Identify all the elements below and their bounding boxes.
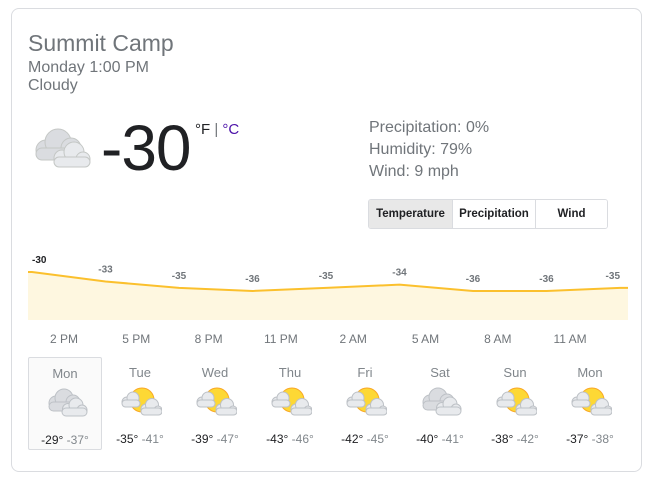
hour-label: 2 PM (49, 332, 79, 346)
low-temp: -37° (63, 433, 89, 447)
temperature-label: -35 (172, 271, 187, 282)
hour-label: 5 PM (122, 332, 151, 346)
high-temp: -40° (416, 432, 439, 446)
temperature-label: -36 (245, 274, 260, 285)
day-thu[interactable]: Thu -43° -46° (253, 357, 327, 450)
unit-f-button[interactable]: °F (195, 121, 210, 138)
day-mon-next[interactable]: Mon -37° -38° (553, 357, 627, 450)
day-wed[interactable]: Wed -39° -47° (178, 357, 252, 450)
day-temps: -42° -45° (328, 432, 402, 446)
hour-label: 8 PM (194, 332, 223, 346)
day-name: Fri (357, 365, 373, 380)
day-temps: -35° -41° (103, 432, 177, 446)
day-fri[interactable]: Fri -42° -45° (328, 357, 402, 450)
day-name: Wed (201, 365, 229, 380)
day-name: Mon (577, 365, 603, 380)
hour-label: 5 AM (411, 332, 440, 346)
partly-cloudy-night-icon (271, 387, 312, 416)
high-temp: -42° (341, 432, 364, 446)
day-name: Sun (503, 365, 527, 380)
unit-c-button[interactable]: °C (222, 121, 239, 138)
temperature-chart: -30 -33 -35 -36 -35 -34 -36 -36 -35 (28, 255, 628, 320)
chart-tabs: Temperature Precipitation Wind (368, 199, 608, 229)
temperature-label: -36 (539, 274, 554, 285)
partly-cloudy-night-icon (571, 387, 612, 416)
datetime-label: Monday 1:00 PM (28, 59, 149, 76)
day-temps: -37° -38° (553, 432, 627, 446)
current-temperature: -30 (101, 112, 191, 184)
low-temp: -42° (513, 432, 539, 446)
tab-wind[interactable]: Wind (535, 200, 607, 228)
day-name: Tue (129, 365, 151, 380)
location-title: Summit Camp (28, 30, 174, 56)
high-temp: -39° (191, 432, 214, 446)
day-temps: -39° -47° (178, 432, 252, 446)
cloud-icon (48, 388, 88, 417)
partly-cloudy-night-icon (121, 387, 162, 416)
hour-label: 2 AM (339, 332, 367, 346)
unit-separator: | (214, 121, 219, 138)
cloud-icon (28, 124, 92, 172)
daily-forecast: Mon -29° -37° Tue -35° -41° Wed -39° -47° Thu -… (28, 357, 628, 450)
day-sun[interactable]: Sun -38° -42° (478, 357, 552, 450)
low-temp: -47° (213, 432, 239, 446)
day-temps: -43° -46° (253, 432, 327, 446)
temperature-label: -35 (606, 271, 621, 282)
wind-label: Wind: 9 mph (369, 163, 459, 180)
day-tue[interactable]: Tue -35° -41° (103, 357, 177, 450)
partly-cloudy-night-icon (346, 387, 387, 416)
day-temps: -38° -42° (478, 432, 552, 446)
partly-cloudy-night-icon (496, 387, 537, 416)
day-temps: -40° -41° (403, 432, 477, 446)
low-temp: -41° (438, 432, 464, 446)
high-temp: -29° (41, 433, 64, 447)
cloud-icon (422, 387, 462, 416)
day-name: Sat (430, 365, 450, 380)
high-temp: -38° (491, 432, 514, 446)
day-sat[interactable]: Sat -40° -41° (403, 357, 477, 450)
low-temp: -38° (588, 432, 614, 446)
low-temp: -45° (363, 432, 389, 446)
tab-temperature[interactable]: Temperature (369, 200, 452, 228)
temperature-label: -33 (98, 265, 113, 276)
day-name: Thu (278, 365, 302, 380)
day-name: Mon (52, 366, 78, 381)
day-temps: -29° -37° (29, 433, 101, 447)
high-temp: -37° (566, 432, 589, 446)
unit-toggle: °F | °C (195, 121, 239, 138)
temperature-label: -30 (32, 255, 47, 266)
high-temp: -43° (266, 432, 289, 446)
low-temp: -46° (288, 432, 314, 446)
high-temp: -35° (116, 432, 139, 446)
hour-label: 11 AM (553, 332, 587, 346)
tab-precipitation[interactable]: Precipitation (452, 200, 535, 228)
precipitation-label: Precipitation: 0% (369, 119, 490, 136)
hour-axis: 2 PM 5 PM 8 PM 11 PM 2 AM 5 AM 8 AM 11 AM (28, 332, 628, 348)
day-mon[interactable]: Mon -29° -37° (28, 357, 102, 450)
partly-cloudy-night-icon (196, 387, 237, 416)
temperature-label: -34 (392, 268, 407, 279)
hour-label: 11 PM (263, 332, 298, 346)
temperature-label: -36 (466, 274, 481, 285)
hour-label: 8 AM (484, 332, 512, 346)
condition-label: Cloudy (28, 77, 78, 94)
temperature-label: -35 (319, 271, 334, 282)
low-temp: -41° (138, 432, 164, 446)
humidity-label: Humidity: 79% (369, 141, 473, 158)
